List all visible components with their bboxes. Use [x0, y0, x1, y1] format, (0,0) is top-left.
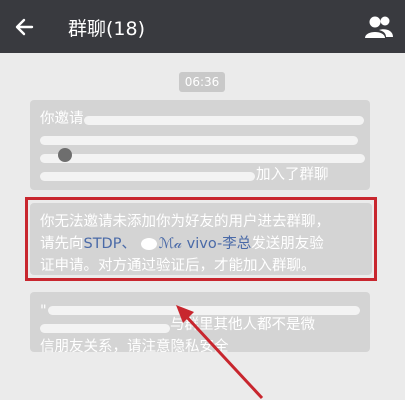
back-arrow-icon[interactable]: [10, 12, 40, 42]
notice2-line1: 你无法邀请未添加你为好友的用户进去群聊，: [40, 214, 330, 230]
group-members-icon[interactable]: [363, 12, 395, 42]
system-notice-invite: 你邀请 加入了群聊: [30, 100, 370, 190]
redaction-scribble: [40, 136, 358, 145]
message-timestamp: 06:36: [179, 72, 225, 92]
notice2-line2: 请先向STDP、 ℳ𝒶 vivo-李总发送朋友验: [40, 233, 362, 255]
contact-link-stdp[interactable]: STDP、: [84, 236, 136, 252]
system-notice-cannot-invite: 你无法邀请未添加你为好友的用户进去群聊， 请先向STDP、 ℳ𝒶 vivo-李总…: [30, 203, 372, 275]
notice3-line2: 与群里其他人都不是微: [170, 317, 315, 333]
system-notice-privacy: " 与群里其他人都不是微 信朋友关系，请注意隐私安全: [30, 292, 370, 355]
notice2-line2-prefix: 请先向: [40, 236, 84, 252]
contact-link-ma[interactable]: ℳ𝒶: [159, 236, 182, 252]
notice2-line2-suffix: 发送朋友验: [251, 236, 324, 252]
notice3-line3: 信朋友关系，请注意隐私安全: [40, 339, 229, 355]
chat-title: 群聊(18): [68, 18, 146, 40]
title-bar: 群聊(18): [0, 0, 405, 53]
redaction-scribble: [40, 154, 365, 163]
redaction-scribble: [40, 324, 170, 333]
avatar: [140, 238, 157, 250]
redaction-scribble: [40, 172, 255, 181]
contact-link-vivo[interactable]: vivo-李总: [187, 236, 252, 252]
notice1-suffix: 加入了群聊: [256, 167, 329, 183]
avatar: [58, 148, 72, 162]
notice2-line3: 证申请。对方通过验证后，才能加入群聊。: [40, 258, 316, 274]
redaction-scribble: [84, 116, 364, 125]
